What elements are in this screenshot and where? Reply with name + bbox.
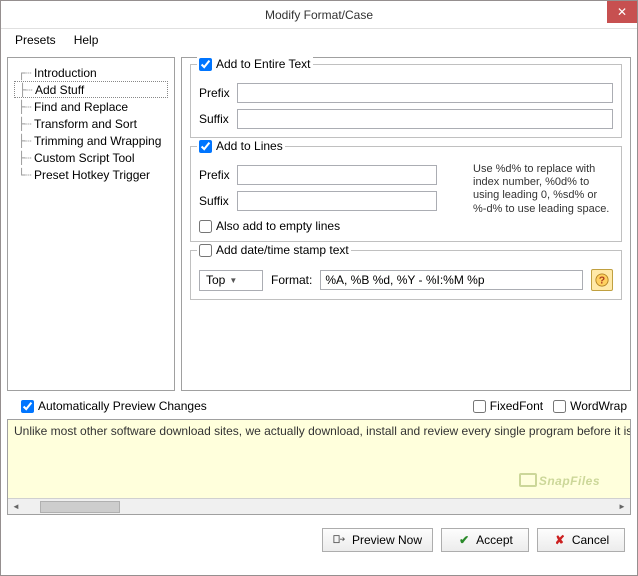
combo-value: Top	[206, 273, 225, 287]
sidebar-item-label: Introduction	[34, 66, 97, 80]
button-label: Preview Now	[352, 533, 422, 547]
prefix-label: Prefix	[199, 168, 231, 182]
horizontal-scrollbar[interactable]: ◄ ►	[8, 498, 630, 514]
format-label: Format:	[271, 273, 312, 287]
checkbox-date-stamp[interactable]	[199, 244, 212, 257]
tree-line-icon: ├┈	[18, 134, 30, 148]
preview-text: Unlike most other software download site…	[8, 420, 630, 442]
check-add-lines[interactable]: Add to Lines	[197, 139, 285, 153]
check-fixed-font[interactable]: FixedFont	[473, 399, 543, 413]
button-label: Accept	[476, 533, 513, 547]
tree-line-icon: ┌┈	[18, 66, 30, 80]
checkbox-entire-text[interactable]	[199, 58, 212, 71]
checkbox-auto-preview[interactable]	[21, 400, 34, 413]
x-icon: ✘	[553, 533, 567, 547]
sidebar-item-add-stuff[interactable]: ├┈ Add Stuff	[14, 81, 168, 98]
group-title: Add date/time stamp text	[216, 243, 349, 257]
tree-line-icon: ├┈	[19, 83, 31, 97]
tree-line-icon: └┈	[18, 168, 30, 182]
button-label: Cancel	[572, 533, 609, 547]
lines-hint: Use %d% to replace with index number, %0…	[473, 163, 613, 216]
lines-prefix-input[interactable]	[237, 165, 437, 185]
check-add-entire-text[interactable]: Add to Entire Text	[197, 57, 313, 71]
sidebar-item-label: Find and Replace	[34, 100, 128, 114]
preview-now-button[interactable]: Preview Now	[322, 528, 433, 552]
entire-text-prefix-input[interactable]	[237, 83, 613, 103]
auto-preview-label: Automatically Preview Changes	[38, 399, 207, 413]
lines-suffix-input[interactable]	[237, 191, 437, 211]
checkbox-empty-lines[interactable]	[199, 220, 212, 233]
sidebar-item-introduction[interactable]: ┌┈ Introduction	[14, 64, 168, 81]
sidebar-item-transform-sort[interactable]: ├┈ Transform and Sort	[14, 115, 168, 132]
scroll-left-icon[interactable]: ◄	[8, 499, 24, 515]
date-position-combo[interactable]: Top ▼	[199, 270, 263, 291]
group-add-entire-text: Add to Entire Text Prefix Suffix	[190, 64, 622, 138]
close-button[interactable]: ✕	[607, 1, 637, 23]
checkbox-word-wrap[interactable]	[553, 400, 566, 413]
scroll-right-icon[interactable]: ►	[614, 499, 630, 515]
tree-line-icon: ├┈	[18, 100, 30, 114]
svg-text:?: ?	[599, 275, 605, 287]
prefix-label: Prefix	[199, 86, 231, 100]
main-area: ┌┈Introduction ├┈Add Stuff ├┈Find and Re…	[1, 51, 637, 395]
close-icon: ✕	[617, 5, 627, 19]
fixed-font-label: FixedFont	[490, 399, 543, 413]
suffix-label: Suffix	[199, 194, 231, 208]
group-title: Add to Entire Text	[216, 57, 311, 71]
content-panel: Add to Entire Text Prefix Suffix Add to …	[181, 57, 631, 391]
sidebar-item-label: Trimming and Wrapping	[34, 134, 161, 148]
tree-line-icon: ├┈	[18, 117, 30, 131]
checkbox-fixed-font[interactable]	[473, 400, 486, 413]
format-help-button[interactable]: ?	[591, 269, 613, 291]
group-date-stamp: Add date/time stamp text Top ▼ Format: ?	[190, 250, 622, 300]
chevron-down-icon: ▼	[229, 276, 237, 285]
check-word-wrap[interactable]: WordWrap	[553, 399, 627, 413]
snapfiles-icon	[519, 473, 537, 487]
cancel-button[interactable]: ✘ Cancel	[537, 528, 625, 552]
titlebar: Modify Format/Case ✕	[1, 1, 637, 29]
sidebar: ┌┈Introduction ├┈Add Stuff ├┈Find and Re…	[7, 57, 175, 391]
sidebar-item-preset-hotkey[interactable]: └┈ Preset Hotkey Trigger	[14, 166, 168, 183]
checkbox-lines[interactable]	[199, 140, 212, 153]
group-title: Add to Lines	[216, 139, 283, 153]
check-icon: ✔	[457, 533, 471, 547]
suffix-label: Suffix	[199, 112, 231, 126]
sidebar-item-trimming-wrapping[interactable]: ├┈ Trimming and Wrapping	[14, 132, 168, 149]
sidebar-item-custom-script[interactable]: ├┈ Custom Script Tool	[14, 149, 168, 166]
word-wrap-label: WordWrap	[570, 399, 627, 413]
button-row: Preview Now ✔ Accept ✘ Cancel	[1, 515, 637, 565]
check-date-stamp[interactable]: Add date/time stamp text	[197, 243, 351, 257]
accept-button[interactable]: ✔ Accept	[441, 528, 529, 552]
sidebar-item-find-replace[interactable]: ├┈ Find and Replace	[14, 98, 168, 115]
sidebar-item-label: Preset Hotkey Trigger	[34, 168, 150, 182]
menu-help[interactable]: Help	[66, 31, 107, 49]
preview-icon	[333, 533, 347, 547]
empty-lines-label: Also add to empty lines	[216, 219, 340, 233]
scrollbar-thumb[interactable]	[40, 501, 120, 513]
date-format-input[interactable]	[320, 270, 583, 290]
window-title: Modify Format/Case	[265, 8, 373, 22]
group-add-lines: Add to Lines Prefix Use %d% to replace w…	[190, 146, 622, 242]
options-row: Automatically Preview Changes FixedFont …	[1, 395, 637, 417]
sidebar-item-label: Custom Script Tool	[34, 151, 134, 165]
entire-text-suffix-input[interactable]	[237, 109, 613, 129]
preview-area: Unlike most other software download site…	[7, 419, 631, 515]
sidebar-item-label: Transform and Sort	[34, 117, 137, 131]
menu-presets[interactable]: Presets	[7, 31, 64, 49]
check-empty-lines[interactable]: Also add to empty lines	[199, 219, 613, 233]
menubar: Presets Help	[1, 29, 637, 51]
sidebar-item-label: Add Stuff	[35, 83, 84, 97]
question-icon: ?	[595, 273, 609, 287]
watermark: SnapFiles	[519, 469, 600, 490]
check-auto-preview[interactable]: Automatically Preview Changes	[21, 399, 207, 413]
tree-line-icon: ├┈	[18, 151, 30, 165]
